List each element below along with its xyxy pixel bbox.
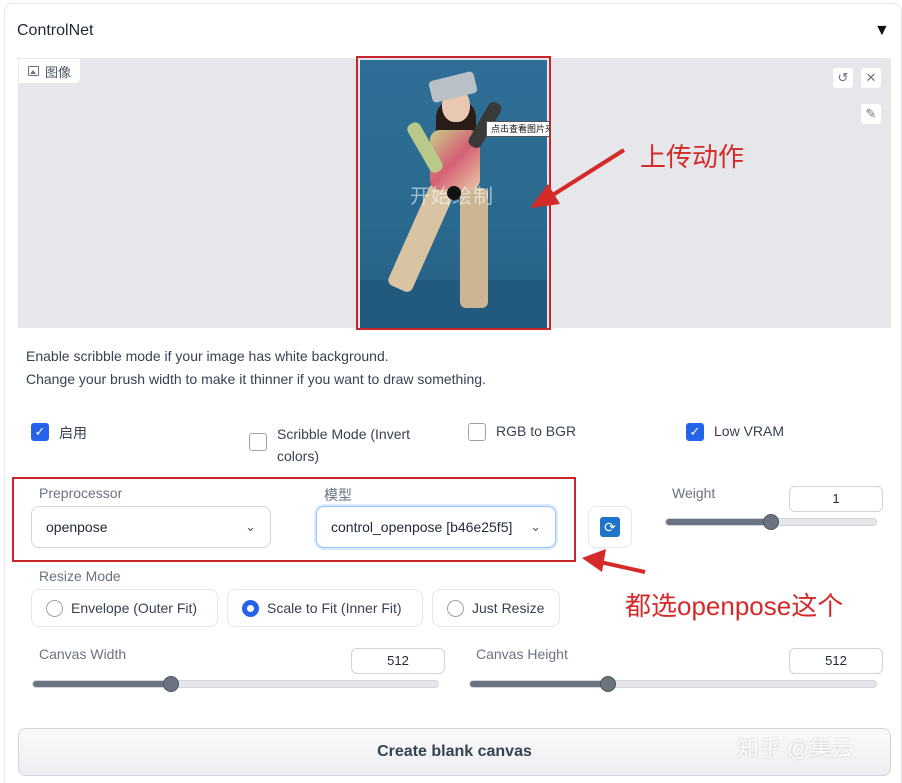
scribble-mode-checkbox[interactable]: Scribble Mode (Invert colors) <box>249 423 410 467</box>
scribble-label: Scribble Mode (Invert colors) <box>277 423 410 467</box>
rgb-bgr-label: RGB to BGR <box>496 423 577 439</box>
canvas-width-slider-thumb[interactable] <box>163 676 179 692</box>
model-select[interactable]: control_openpose [b46e25f5] ⌄ <box>316 506 556 548</box>
resize-mode-label: Resize Mode <box>39 568 121 584</box>
weight-slider[interactable] <box>665 514 877 530</box>
scribble-label-line2: colors) <box>277 448 320 464</box>
weight-input[interactable]: 1 <box>789 486 883 512</box>
weight-slider-thumb[interactable] <box>763 514 779 530</box>
upload-arrow <box>530 148 626 208</box>
preprocessor-value: openpose <box>46 519 108 535</box>
rgb-bgr-check-box[interactable] <box>468 423 486 441</box>
canvas-height-slider[interactable] <box>469 676 877 692</box>
enable-check-box[interactable]: ✓ <box>31 423 49 441</box>
resize-option-envelope[interactable]: Envelope (Outer Fit) <box>31 589 218 627</box>
low-vram-check-box[interactable]: ✓ <box>686 423 704 441</box>
refresh-icon: ⟳ <box>600 517 620 537</box>
low-vram-label: Low VRAM <box>714 423 785 439</box>
resize-option-scale-to-fit[interactable]: Scale to Fit (Inner Fit) <box>227 589 423 627</box>
scribble-check-box[interactable] <box>249 433 267 451</box>
preprocessor-select[interactable]: openpose ⌄ <box>31 506 271 548</box>
radio-envelope-label: Envelope (Outer Fit) <box>71 600 198 616</box>
rgb-to-bgr-checkbox[interactable]: RGB to BGR <box>468 423 576 441</box>
openpose-annotation: 都选openpose这个 <box>625 591 844 621</box>
canvas-height-label: Canvas Height <box>476 646 568 662</box>
radio-just-resize-label: Just Resize <box>472 600 545 616</box>
preprocessor-label: Preprocessor <box>39 485 123 501</box>
enable-label: 启用 <box>59 425 87 441</box>
resize-option-just-resize[interactable]: Just Resize <box>432 589 560 627</box>
scribble-hint-line1: Enable scribble mode if your image has w… <box>26 348 389 364</box>
radio-scale-label: Scale to Fit (Inner Fit) <box>267 600 402 616</box>
model-label: 模型 <box>324 487 352 503</box>
scribble-hint-line2: Change your brush width to make it thinn… <box>26 371 486 387</box>
radio-envelope[interactable] <box>46 599 63 617</box>
radio-scale-to-fit[interactable] <box>242 599 259 617</box>
openpose-arrow <box>582 549 646 574</box>
scribble-label-line1: Scribble Mode (Invert <box>277 426 411 442</box>
weight-slider-fill <box>666 519 771 525</box>
annotation-arrows <box>530 148 646 574</box>
canvas-width-slider[interactable] <box>32 676 439 692</box>
watermark-text: 知乎 @集云 <box>737 736 854 761</box>
model-value: control_openpose [b46e25f5] <box>331 519 513 535</box>
refresh-models-button[interactable]: ⟳ <box>588 506 632 548</box>
chevron-down-icon: ⌄ <box>530 519 541 534</box>
canvas-width-input[interactable]: 512 <box>351 648 445 674</box>
chevron-down-icon: ⌄ <box>245 519 256 534</box>
canvas-width-label: Canvas Width <box>39 646 127 662</box>
canvas-height-slider-thumb[interactable] <box>600 676 616 692</box>
upload-annotation: 上传动作 <box>640 142 745 172</box>
weight-label: Weight <box>672 485 716 501</box>
canvas-width-slider-fill <box>33 681 171 687</box>
enable-checkbox[interactable]: ✓ 启用 <box>31 423 87 443</box>
radio-just-resize[interactable] <box>447 599 464 617</box>
low-vram-checkbox[interactable]: ✓ Low VRAM <box>686 423 784 441</box>
canvas-height-slider-fill <box>470 681 608 687</box>
canvas-height-input[interactable]: 512 <box>789 648 883 674</box>
